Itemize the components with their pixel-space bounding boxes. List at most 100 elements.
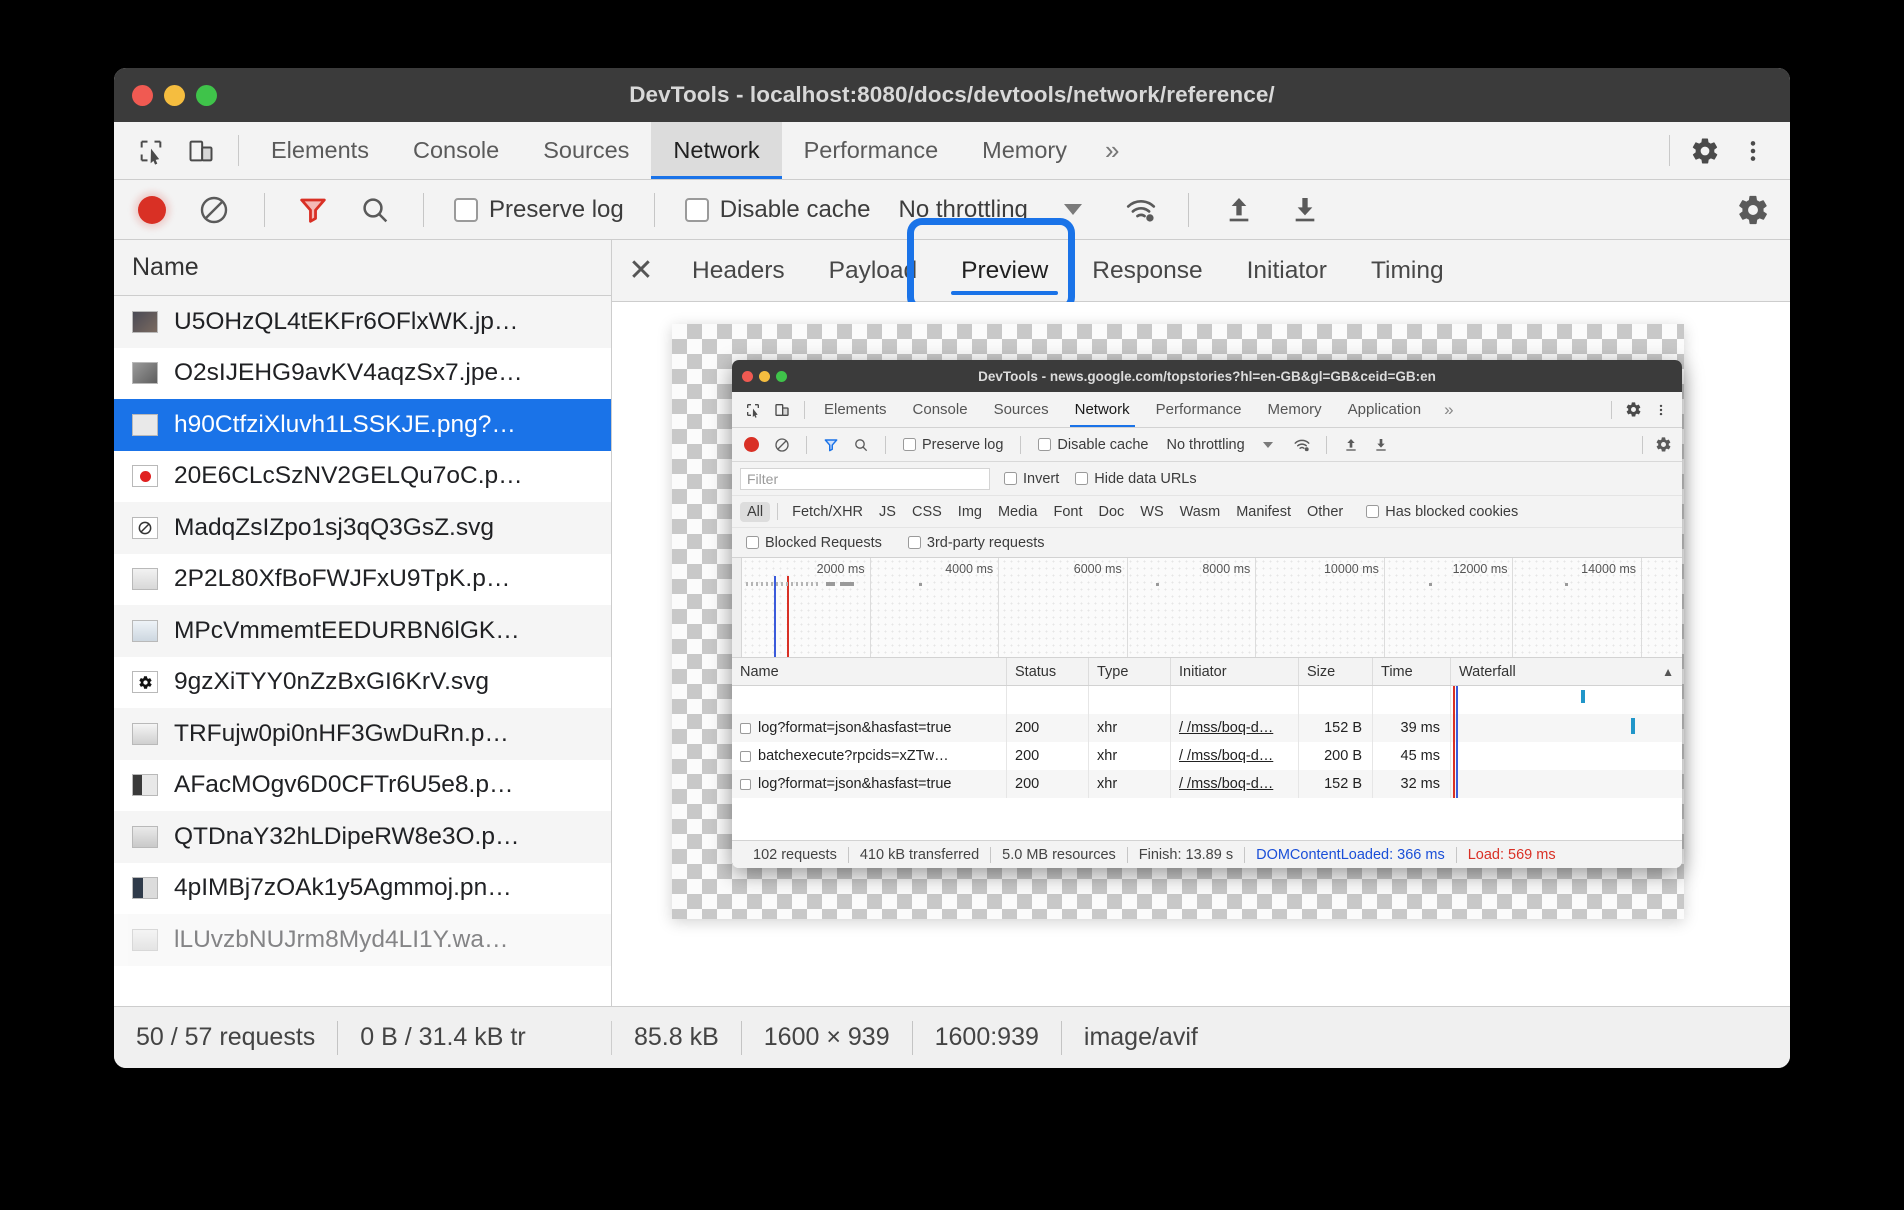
inner-inspect-element-icon [740,397,766,423]
chevron-down-icon[interactable] [1064,204,1082,215]
request-row[interactable]: U5OHzQL4tEKFr6OFlxWK.jp… [114,296,611,348]
inner-tab-sources: Sources [981,392,1062,427]
more-tabs-chevron-icon[interactable]: » [1089,122,1135,179]
inner-blocked-requests-label: Blocked Requests [765,535,882,551]
tab-network[interactable]: Network [651,122,781,179]
status-dimensions: 1600 × 939 [742,1023,912,1052]
inner-load-marker [787,576,789,657]
request-row[interactable]: AFacMOgv6D0CFTr6U5e8.p… [114,760,611,812]
image-thumbnail-icon [132,311,158,333]
image-thumbnail-icon [132,414,158,436]
inner-waterfall-dcl-line [1456,714,1458,742]
inner-type-js: JS [872,502,903,522]
clear-icon[interactable] [198,194,230,226]
network-settings-gear-icon[interactable] [1736,193,1770,227]
inner-request-tick [840,582,854,586]
inner-overview-segment: 14000 ms [1513,558,1642,657]
tab-console[interactable]: Console [391,122,521,179]
request-row[interactable]: MadqZsIZpo1sj3qQ3GsZ.svg [114,502,611,554]
import-har-icon[interactable] [1223,194,1255,226]
zoom-window-button[interactable] [196,85,217,106]
request-row[interactable]: O2sIJEHG9avKV4aqzSx7.jpe… [114,348,611,400]
throttling-select[interactable]: No throttling [898,196,1027,224]
preserve-log-checkbox[interactable]: Preserve log [454,196,624,224]
inner-cell-time: 45 ms [1401,748,1441,764]
inner-row-checkbox [740,751,751,762]
export-har-icon[interactable] [1289,194,1321,226]
inner-divider [804,401,805,419]
inner-devtools-screenshot: DevTools - news.google.com/topstories?hl… [732,360,1682,868]
inner-overview-segment: 8000 ms [1128,558,1257,657]
inner-preserve-log-checkbox: Preserve log [903,437,1003,453]
image-thumbnail-icon [132,723,158,745]
inner-divider [777,503,778,520]
tab-performance[interactable]: Performance [782,122,961,179]
request-row[interactable]: TRFujw0pi0nHF3GwDuRn.p… [114,708,611,760]
inner-invert-checkbox: Invert [1004,471,1059,487]
search-icon[interactable] [359,194,391,226]
inner-overview-tick: 8000 ms [1202,562,1250,576]
record-button[interactable] [138,196,166,224]
filter-icon[interactable] [297,194,329,226]
inner-table-spacer-row [732,686,1682,714]
tab-memory[interactable]: Memory [960,122,1089,179]
request-row[interactable]: QTDnaY32hLDipeRW8e3O.p… [114,811,611,863]
tab-payload[interactable]: Payload [807,240,940,301]
request-row[interactable]: 2P2L80XfBoFWJFxU9TpK.p… [114,554,611,606]
tab-label: Response [1092,257,1202,285]
inner-type-other: Other [1300,502,1350,522]
inner-tab-application: Application [1335,392,1434,427]
inner-checkbox-box [1366,505,1379,518]
request-row[interactable]: 9gzXiTYY0nZzBxGI6KrV.svg [114,657,611,709]
inner-divider [885,436,886,454]
status-requests: 50 / 57 requests [114,1023,337,1052]
network-conditions-icon[interactable] [1124,193,1158,227]
inner-tab-performance: Performance [1143,392,1255,427]
request-row[interactable]: 4pIMBj7zOAk1y5Agmmoj.pn… [114,863,611,915]
inner-waterfall-load-line [1453,714,1455,742]
gear-icon[interactable] [1682,128,1728,174]
inner-row-checkbox [740,779,751,790]
request-row[interactable]: MPcVmmemtEEDURBN6lGK… [114,605,611,657]
tab-timing[interactable]: Timing [1349,240,1466,301]
inner-tab-label: Network [1075,401,1130,418]
tab-headers[interactable]: Headers [670,240,807,301]
window-title: DevTools - localhost:8080/docs/devtools/… [114,82,1790,108]
inner-blocked-filters: Blocked Requests 3rd-party requests [732,528,1682,558]
image-thumbnail-icon [132,877,158,899]
tab-label: Performance [804,137,939,164]
request-row-selected[interactable]: h90CtfziXluvh1LSSKJE.png?… [114,399,611,451]
inner-panel-tabbar: Elements Console Sources Network Perform… [732,392,1682,428]
disable-cache-checkbox[interactable]: Disable cache [685,196,871,224]
inner-throttling-select: No throttling [1166,437,1244,453]
minimize-window-button[interactable] [164,85,185,106]
toolbar-divider [1188,193,1189,227]
inner-cell-name: log?format=json&hasfast=true [758,720,951,736]
inner-cell-status: 200 [1015,720,1039,736]
inner-cell-name: log?format=json&hasfast=true [758,776,951,792]
inner-tab-network: Network [1062,392,1143,427]
tab-sources[interactable]: Sources [521,122,651,179]
requests-column-header[interactable]: Name [114,240,611,296]
inner-cell-type: xhr [1097,720,1117,736]
tab-initiator[interactable]: Initiator [1225,240,1349,301]
inspect-element-icon[interactable] [128,128,174,174]
inner-overview-gutter [732,558,742,657]
inner-tab-label: Application [1348,401,1421,418]
toolbar-divider [654,193,655,227]
kebab-menu-icon[interactable] [1730,128,1776,174]
tab-elements[interactable]: Elements [249,122,391,179]
tab-response[interactable]: Response [1070,240,1224,301]
inner-hide-data-urls-label: Hide data URLs [1094,471,1196,487]
request-row[interactable]: lLUvzbNUJrm8Myd4LI1Y.wa… [114,914,611,966]
inner-overview-segment: 4000 ms [871,558,1000,657]
close-window-button[interactable] [132,85,153,106]
request-row[interactable]: 20E6CLcSzNV2GELQu7oC.p… [114,451,611,503]
request-name: TRFujw0pi0nHF3GwDuRn.p… [174,720,509,748]
close-panel-icon[interactable]: ✕ [612,240,670,301]
tab-preview[interactable]: Preview [939,240,1070,301]
requests-list[interactable]: U5OHzQL4tEKFr6OFlxWK.jp… O2sIJEHG9avKV4a… [114,296,611,1006]
network-split: Name U5OHzQL4tEKFr6OFlxWK.jp… O2sIJEHG9a… [114,240,1790,1006]
inner-checkbox-box [746,536,759,549]
device-toolbar-icon[interactable] [178,128,224,174]
